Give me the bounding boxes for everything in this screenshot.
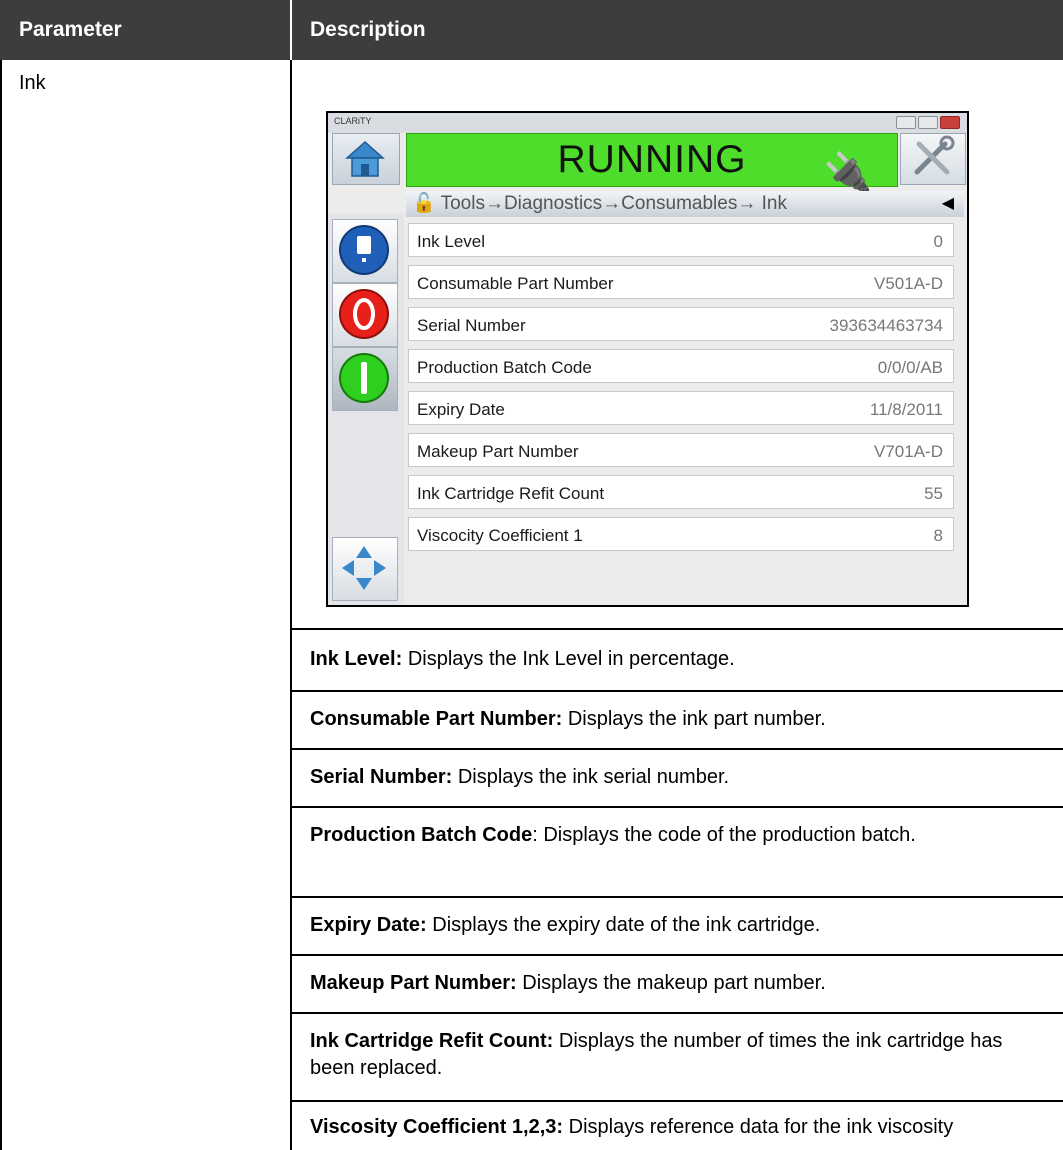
- navigation-arrows-icon: [342, 546, 386, 590]
- minimize-icon[interactable]: [896, 116, 916, 129]
- description-serial-number: Serial Number: Displays the ink serial n…: [310, 766, 730, 788]
- breadcrumb: 🔓 Tools→Diagnostics→Consumables→ Ink ◀: [406, 191, 964, 217]
- row-divider: [290, 628, 1063, 630]
- info-icon: [339, 225, 389, 275]
- description-viscosity-coefficient: Viscosity Coefficient 1,2,3: Displays re…: [310, 1116, 954, 1138]
- start-icon: [339, 353, 389, 403]
- navigation-button[interactable]: [332, 537, 398, 601]
- description-production-batch-code: Production Batch Code: Displays the code…: [310, 824, 916, 846]
- back-arrow-icon[interactable]: ◀: [942, 191, 954, 217]
- column-divider: [290, 60, 292, 1150]
- maximize-icon[interactable]: [918, 116, 938, 129]
- stop-button[interactable]: [332, 283, 398, 347]
- breadcrumb-path[interactable]: Tools→Diagnostics→Consumables→ Ink: [441, 193, 787, 214]
- list-item[interactable]: Serial Number 393634463734: [408, 307, 954, 341]
- description-ink-level: Ink Level: Displays the Ink Level in per…: [310, 648, 735, 670]
- row-divider: [290, 1100, 1063, 1102]
- table-left-border: [0, 60, 2, 1150]
- info-button[interactable]: [332, 219, 398, 283]
- start-button[interactable]: [332, 347, 398, 411]
- stop-icon: [339, 289, 389, 339]
- list-item[interactable]: Viscocity Coefficient 1 8: [408, 517, 954, 551]
- list-item[interactable]: Makeup Part Number V701A-D: [408, 433, 954, 467]
- header-description: Description: [310, 18, 426, 41]
- home-button[interactable]: [332, 133, 400, 185]
- home-icon: [345, 140, 385, 177]
- window-titlebar: CLARiTY: [328, 113, 967, 133]
- list-item[interactable]: Consumable Part Number V501A-D: [408, 265, 954, 299]
- table-header: Parameter Description: [0, 0, 1063, 60]
- tools-icon: [914, 135, 955, 175]
- parameter-name: Ink: [19, 72, 46, 94]
- header-divider: [290, 0, 292, 60]
- description-ink-cartridge-refit-count: Ink Cartridge Refit Count: Displays the …: [310, 1030, 1003, 1079]
- row-divider: [290, 690, 1063, 692]
- lock-icon[interactable]: 🔓: [412, 191, 436, 217]
- clarity-logo: CLARiTY: [334, 116, 372, 126]
- list-item[interactable]: Expiry Date 11/8/2011: [408, 391, 954, 425]
- tools-button[interactable]: [900, 133, 966, 185]
- list-item[interactable]: Production Batch Code 0/0/0/AB: [408, 349, 954, 383]
- header-parameter: Parameter: [19, 18, 122, 41]
- row-divider: [290, 896, 1063, 898]
- status-banner: RUNNING 🔌: [406, 133, 898, 195]
- description-makeup-part-number: Makeup Part Number: Displays the makeup …: [310, 972, 826, 994]
- row-divider: [290, 806, 1063, 808]
- device-screenshot: CLARiTY RUNNING 🔌 🔓 Tools→Diagnostics→Co…: [326, 111, 969, 607]
- description-expiry-date: Expiry Date: Displays the expiry date of…: [310, 914, 821, 936]
- row-divider: [290, 1012, 1063, 1014]
- close-icon[interactable]: [940, 116, 960, 129]
- row-divider: [290, 748, 1063, 750]
- description-consumable-part-number: Consumable Part Number: Displays the ink…: [310, 708, 826, 730]
- row-divider: [290, 954, 1063, 956]
- status-text: RUNNING: [557, 138, 747, 181]
- list-item[interactable]: Ink Cartridge Refit Count 55: [408, 475, 954, 509]
- list-item[interactable]: Ink Level 0: [408, 223, 954, 257]
